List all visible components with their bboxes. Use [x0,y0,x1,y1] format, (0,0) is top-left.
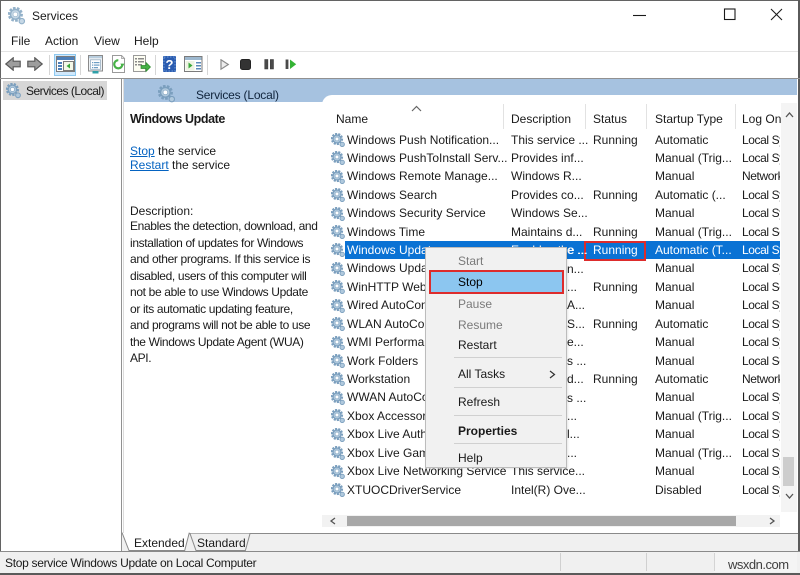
svg-text:?: ? [166,57,174,72]
